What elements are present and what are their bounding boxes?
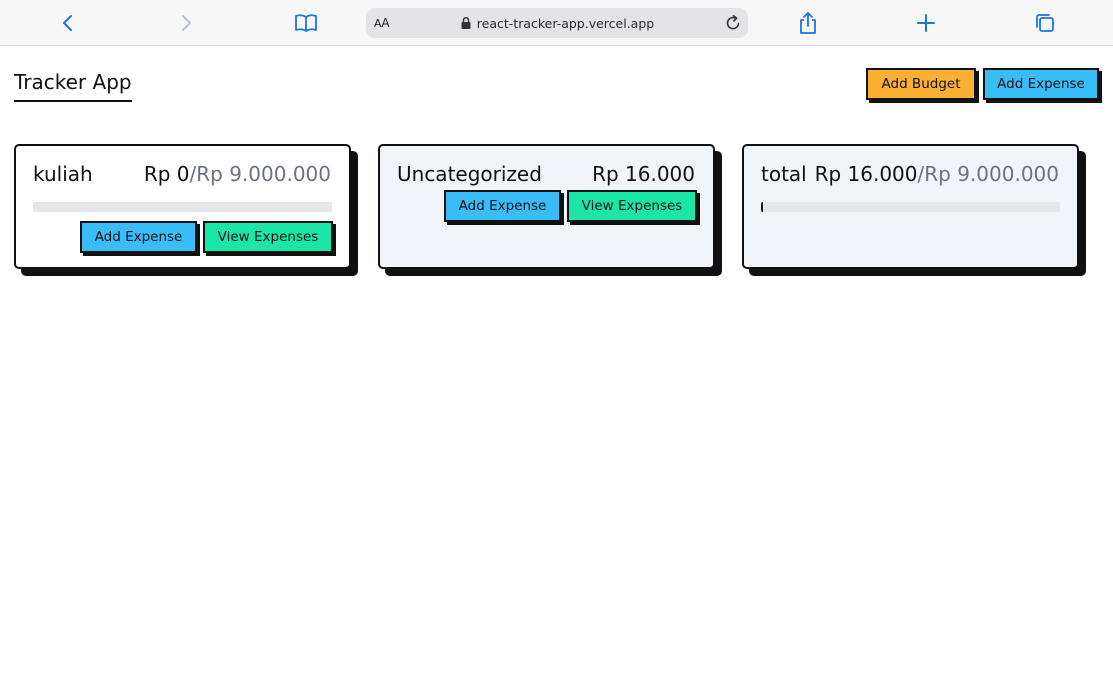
add-budget-button[interactable]: Add Budget [866, 68, 976, 100]
address-bar[interactable]: AA react-tracker-app.vercel.app [366, 8, 748, 38]
budget-progress-bar [761, 202, 1060, 212]
card-view-expenses-button[interactable]: View Expenses [567, 190, 697, 222]
card-add-expense-button[interactable]: Add Expense [444, 190, 561, 222]
share-icon[interactable] [793, 8, 823, 38]
card-view-expenses-button[interactable]: View Expenses [203, 221, 333, 253]
budget-max-amount: /Rp 9.000.000 [189, 162, 331, 186]
new-tab-icon[interactable] [911, 8, 941, 38]
budget-progress-fill [761, 202, 763, 212]
add-expense-button[interactable]: Add Expense [983, 68, 1099, 100]
budget-max-amount: /Rp 9.000.000 [917, 162, 1059, 186]
budget-name: kuliah [33, 162, 93, 186]
budget-current-amount: Rp 16.000 [814, 162, 918, 186]
budget-current-amount: Rp 16.000 [592, 162, 695, 186]
bookmarks-icon[interactable] [291, 8, 321, 38]
budget-card-uncategorized: Uncategorized Rp 16.000 Add Expense View… [378, 144, 715, 269]
forward-icon[interactable] [171, 8, 201, 38]
reload-icon[interactable] [724, 14, 742, 32]
tabs-icon[interactable] [1030, 8, 1060, 38]
budget-current-amount: Rp 0 [143, 162, 190, 186]
budget-card-total: total Rp 16.000/Rp 9.000.000 [742, 144, 1079, 269]
budget-amount: Rp 0/Rp 9.000.000 [144, 162, 331, 186]
budget-amount: Rp 16.000/Rp 9.000.000 [815, 162, 1059, 186]
lock-icon [461, 16, 471, 29]
budget-progress-bar [33, 202, 332, 212]
budget-card-kuliah: kuliah Rp 0/Rp 9.000.000 Add Expense Vie… [14, 144, 351, 269]
browser-toolbar: AA react-tracker-app.vercel.app [0, 0, 1113, 46]
budget-name: Uncategorized [397, 162, 542, 186]
back-icon[interactable] [53, 8, 83, 38]
card-add-expense-button[interactable]: Add Expense [80, 221, 197, 253]
url-text: react-tracker-app.vercel.app [476, 15, 655, 31]
budget-amount: Rp 16.000 [592, 162, 695, 186]
budget-name: total [761, 162, 807, 186]
page-title: Tracker App [14, 70, 132, 102]
